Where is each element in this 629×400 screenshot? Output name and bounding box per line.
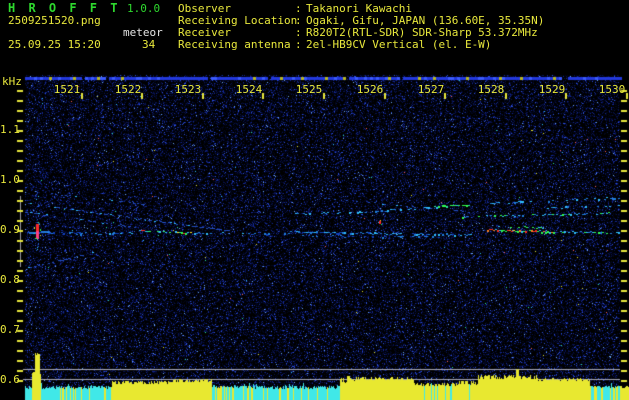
spectrogram-canvas: [0, 0, 629, 400]
info-row-antenna: Receiving antenna:2el-HB9CV Vertical (el…: [178, 38, 492, 51]
time-tick-label: 1525: [295, 83, 323, 96]
time-tick-label: 1527: [417, 83, 445, 96]
time-tick-label: 1528: [477, 83, 505, 96]
time-tick-label: 1521: [53, 83, 81, 96]
time-tick-label: 1522: [114, 83, 142, 96]
hrofft-window: H R O F F T 1.0.0 2509251520.png meteor …: [0, 0, 629, 400]
time-tick-label: 1524: [235, 83, 263, 96]
freq-tick-label: 0.8: [0, 273, 20, 286]
time-tick-label: 1529: [538, 83, 566, 96]
freq-axis-unit: kHz: [2, 75, 22, 88]
freq-tick-label: 0.7: [0, 323, 20, 336]
time-tick-label: 1526: [356, 83, 384, 96]
freq-tick-label: 0.6: [0, 373, 20, 386]
output-filename: 2509251520.png: [8, 14, 101, 27]
info-value: 2el-HB9CV Vertical (el. E-W): [306, 38, 492, 51]
freq-tick-label: 1.1: [0, 123, 20, 136]
time-tick-label: 1530: [598, 83, 626, 96]
station-info: Observer: Takanori Kawachi Receiving Loca…: [178, 3, 544, 51]
meteor-count: 34: [142, 38, 156, 51]
timestamp: 25.09.25 15:20: [8, 38, 101, 51]
freq-tick-label: 0.9: [0, 223, 20, 236]
app-version: 1.0.0: [127, 2, 161, 15]
freq-tick-label: 1.0: [0, 173, 20, 186]
app-title: H R O F F T: [8, 1, 121, 15]
info-label: Receiving antenna: [178, 38, 291, 51]
time-tick-label: 1523: [174, 83, 202, 96]
